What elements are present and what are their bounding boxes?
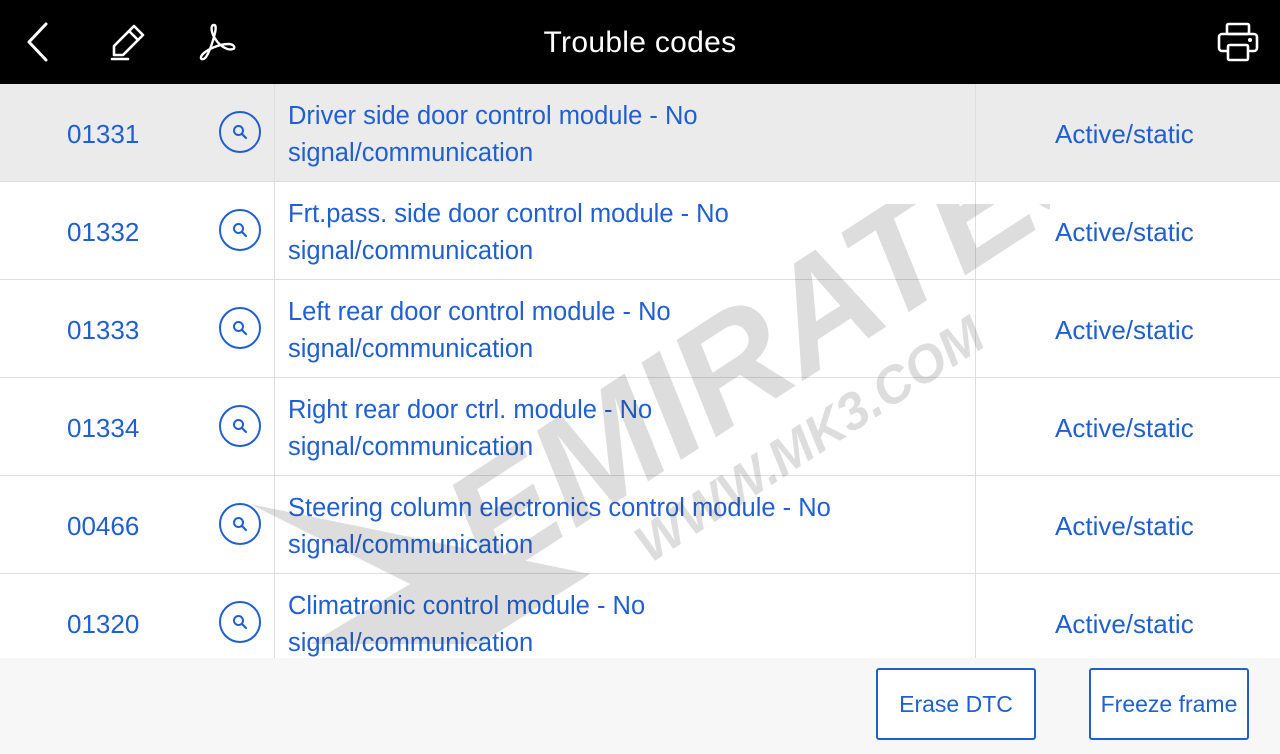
column-divider (274, 182, 275, 280)
trouble-code-row[interactable]: 01333 Left rear door control module - No … (0, 280, 1280, 378)
dtc-status: Active/static (1055, 119, 1194, 149)
back-icon[interactable] (16, 20, 60, 64)
trouble-code-row[interactable]: 01332 Frt.pass. side door control module … (0, 182, 1280, 280)
dtc-status: Active/static (1055, 413, 1194, 443)
dtc-status: Active/static (1055, 609, 1194, 639)
trouble-code-row[interactable]: 01320 Climatronic control module - No sig… (0, 574, 1280, 658)
dtc-description: Driver side door control module - No sig… (288, 102, 698, 167)
page-title: Trouble codes (543, 26, 737, 59)
dtc-code: 01331 (67, 119, 140, 149)
search-icon[interactable] (219, 503, 261, 545)
freeze-frame-button[interactable]: Freeze frame (1089, 668, 1249, 740)
trouble-code-row[interactable]: 00466 Steering column electronics control… (0, 476, 1280, 574)
column-divider (274, 476, 275, 574)
dtc-code: 01333 (67, 315, 140, 345)
column-divider (274, 378, 275, 476)
column-divider (975, 378, 976, 476)
column-divider (274, 574, 275, 658)
dtc-description: Left rear door control module - No signa… (288, 298, 671, 363)
trouble-code-row[interactable]: 01331 Driver side door control module - N… (0, 84, 1280, 182)
column-divider (274, 84, 275, 182)
column-divider (274, 280, 275, 378)
dtc-status: Active/static (1055, 217, 1194, 247)
trouble-code-list: 01331 Driver side door control module - N… (0, 84, 1280, 658)
dtc-description: Steering column electronics control modu… (288, 494, 831, 559)
print-icon[interactable] (1216, 20, 1260, 64)
dtc-code: 01334 (67, 413, 140, 443)
dtc-status: Active/static (1055, 511, 1194, 541)
dtc-code: 01332 (67, 217, 140, 247)
column-divider (975, 182, 976, 280)
top-bar: Trouble codes (0, 0, 1280, 84)
dtc-code: 01320 (67, 609, 140, 639)
erase-dtc-button[interactable]: Erase DTC (876, 668, 1036, 740)
dtc-code: 00466 (67, 511, 140, 541)
search-icon[interactable] (219, 601, 261, 643)
edit-icon[interactable] (106, 20, 150, 64)
dtc-description: Climatronic control module - No signal/c… (288, 592, 646, 657)
dtc-description: Right rear door ctrl. module - No signal… (288, 396, 653, 461)
search-icon[interactable] (219, 307, 261, 349)
column-divider (975, 476, 976, 574)
search-icon[interactable] (219, 405, 261, 447)
column-divider (975, 84, 976, 182)
dtc-description: Frt.pass. side door control module - No … (288, 200, 729, 265)
action-bar: Erase DTC Freeze frame (0, 658, 1280, 754)
column-divider (975, 574, 976, 658)
search-icon[interactable] (219, 111, 261, 153)
pdf-icon[interactable] (194, 20, 238, 64)
dtc-status: Active/static (1055, 315, 1194, 345)
trouble-code-row[interactable]: 01334 Right rear door ctrl. module - No s… (0, 378, 1280, 476)
search-icon[interactable] (219, 209, 261, 251)
trouble-codes-screen: Trouble codes 01331 Driver side door cont… (0, 0, 1280, 754)
column-divider (975, 280, 976, 378)
